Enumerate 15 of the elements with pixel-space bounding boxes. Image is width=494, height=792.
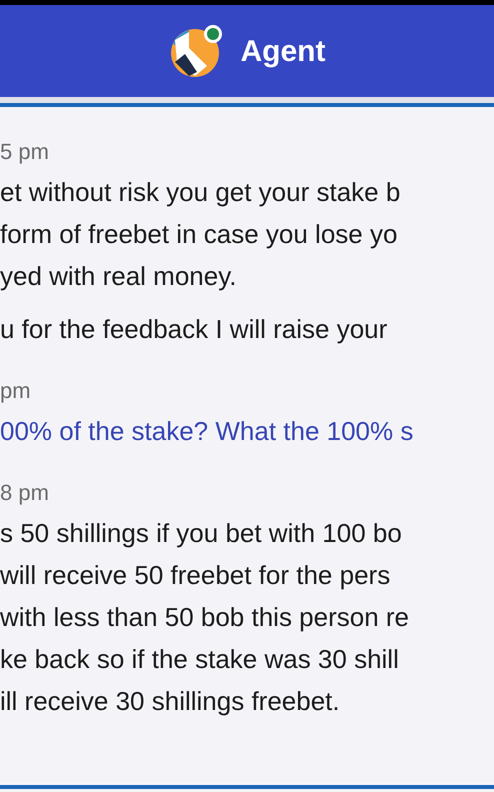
message-line: with less than 50 bob this person re bbox=[0, 601, 410, 634]
logo-icon bbox=[168, 22, 224, 78]
message-line: et without risk you get your stake b bbox=[0, 176, 400, 209]
message-time: 8 pm bbox=[0, 479, 50, 507]
message-line: 00% of the stake? What the 100% s bbox=[0, 415, 414, 448]
message-line: ke back so if the stake was 30 shill bbox=[0, 643, 399, 676]
header-title: Agent bbox=[240, 34, 326, 70]
message-line: form of freebet in case you lose yo bbox=[0, 218, 398, 251]
message-time: pm bbox=[0, 377, 32, 405]
message-line: yed with real money. bbox=[0, 260, 237, 293]
message-line: ill receive 30 shillings freebet. bbox=[0, 685, 340, 718]
message-time: 5 pm bbox=[0, 138, 50, 166]
message-line: u for the feedback I will raise your bbox=[0, 313, 388, 346]
message-line: s 50 shillings if you bet with 100 bo bbox=[0, 517, 402, 550]
message-line: will receive 50 freebet for the pers bbox=[0, 559, 390, 592]
